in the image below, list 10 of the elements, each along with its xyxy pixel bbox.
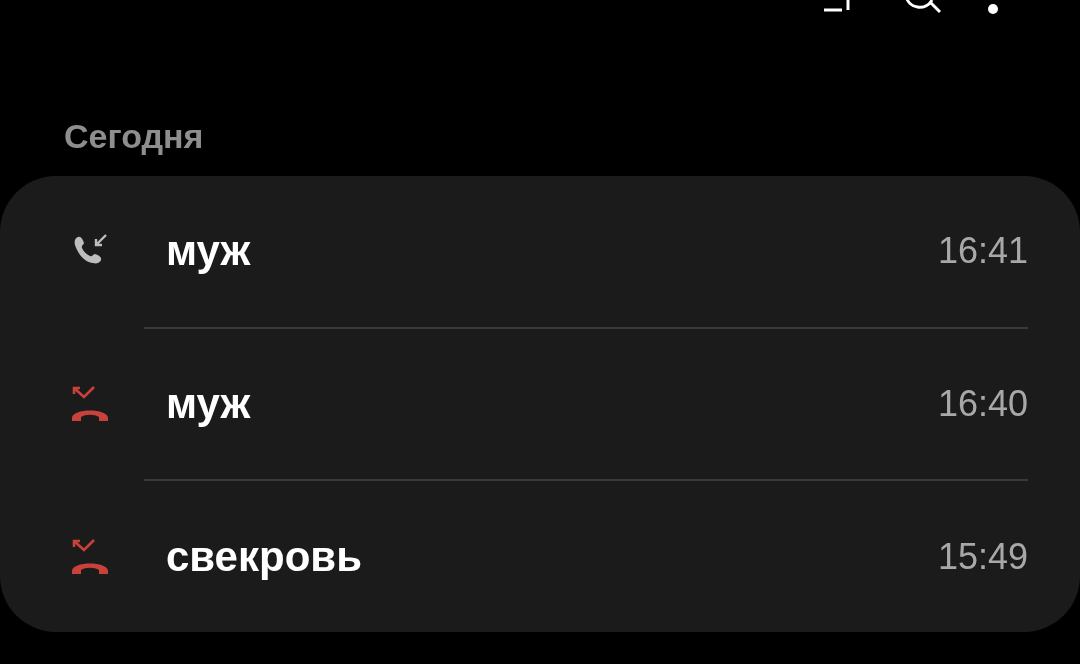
missed-call-icon	[70, 536, 110, 577]
more-icon[interactable]	[986, 2, 1000, 16]
section-title: Сегодня	[63, 116, 205, 157]
contact-name[interactable]: свекровь	[166, 532, 938, 581]
call-time: 16:41	[937, 230, 1028, 273]
call-time: 16:40	[937, 383, 1028, 425]
contact-name[interactable]: муж	[166, 380, 938, 428]
call-time: 15:49	[937, 535, 1028, 578]
contact-name[interactable]: муж	[166, 227, 938, 276]
missed-call-icon	[70, 384, 110, 424]
